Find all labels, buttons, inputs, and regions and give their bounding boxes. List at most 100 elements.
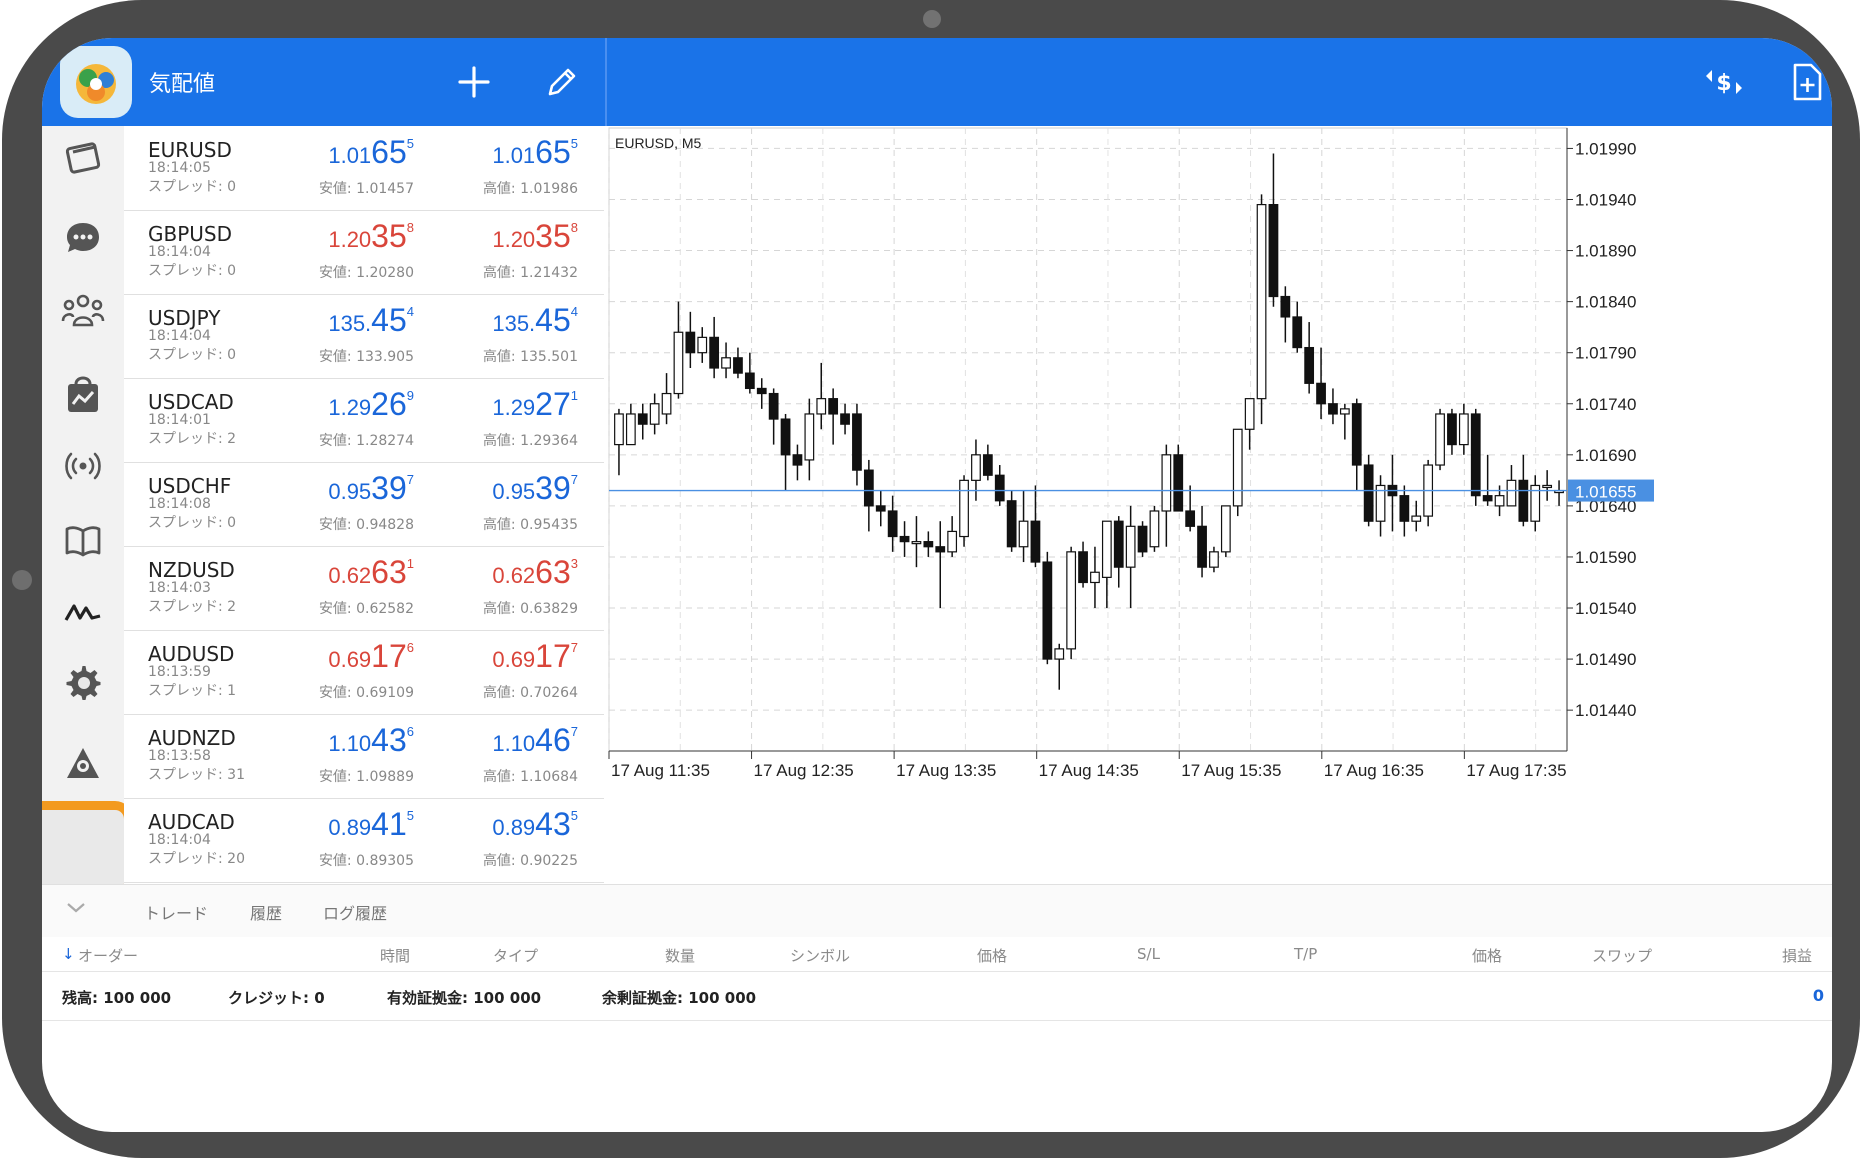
- y-tick-label: 1.01690: [1575, 446, 1636, 465]
- ask-price: 0.95397: [492, 470, 578, 506]
- high-price: 高値: 0.90225: [482, 853, 578, 869]
- quote-row[interactable]: USDJPY 18:14:04 スプレッド: 0 135.454 135.454…: [124, 294, 604, 379]
- candle-body: [840, 413, 850, 425]
- candle-body: [887, 510, 898, 538]
- top-bar: 気配値 $: [42, 38, 1832, 126]
- left-sidebar: [42, 126, 133, 901]
- journal-book-icon[interactable]: [53, 511, 113, 571]
- low-price: 安値: 133.905: [318, 349, 414, 365]
- tab-history[interactable]: 履歴: [250, 900, 282, 924]
- quote-row[interactable]: NZDUSD 18:14:03 スプレッド: 2 0.62631 0.62633…: [124, 546, 604, 631]
- equity-value: 有効証拠金: 100 000: [387, 989, 542, 1007]
- col-volume[interactable]: 数量: [665, 945, 695, 966]
- quotes-list: EURUSD 18:14:05 スプレッド: 0 1.01655 1.01655…: [124, 126, 604, 884]
- candle-body: [697, 336, 708, 354]
- order-table-header: ↓ オーダー 時間 タイプ 数量 シンボル 価格 S/L T/P 価格 スワップ…: [42, 937, 1832, 972]
- col-tp[interactable]: T/P: [1294, 945, 1317, 963]
- quote-row[interactable]: GBPUSD 18:14:04 スプレッド: 0 1.20358 1.20358…: [124, 210, 604, 295]
- tablet-device: 気配値 $ EURUSD 18:14:05 スプレッド: 0 1.01655 1…: [2, 0, 1860, 1158]
- tab-log[interactable]: ログ履歴: [323, 900, 387, 924]
- settings-gear-icon[interactable]: [53, 653, 113, 713]
- candle-body: [1399, 495, 1410, 522]
- y-tick-label: 1.01740: [1575, 395, 1636, 414]
- low-price: 安値: 1.01457: [318, 181, 414, 197]
- quote-row[interactable]: EURUSD 18:14:05 スプレッド: 0 1.01655 1.01655…: [124, 126, 604, 211]
- quote-symbol: AUDCAD: [148, 810, 235, 834]
- trade-dollar-icon[interactable]: $: [1702, 60, 1746, 104]
- chat-icon[interactable]: [53, 208, 113, 268]
- edit-pencil-icon[interactable]: [540, 60, 584, 104]
- quote-spread: スプレッド: 0: [148, 263, 237, 279]
- quote-spread: スプレッド: 0: [148, 179, 237, 195]
- calendar-icon[interactable]: [53, 126, 113, 186]
- bid-price: 0.95397: [328, 470, 414, 506]
- col-sl[interactable]: S/L: [1137, 945, 1160, 963]
- col-price-current[interactable]: 価格: [1472, 945, 1502, 966]
- candle-body: [875, 505, 886, 512]
- tab-trade[interactable]: トレード: [144, 900, 208, 924]
- candle-body: [1482, 495, 1493, 502]
- bid-price: 0.69176: [328, 638, 414, 674]
- chart-title: EURUSD, M5: [615, 135, 702, 151]
- ask-price: 1.20358: [492, 218, 578, 254]
- candle-body: [1137, 525, 1148, 553]
- quote-row[interactable]: AUDUSD 18:13:59 スプレッド: 1 0.69176 0.69177…: [124, 630, 604, 715]
- candlestick-chart[interactable]: 1.01990 1.01940 1.01890 1.01840 1.01790 1.017…: [607, 126, 1832, 884]
- quote-spread: スプレッド: 2: [148, 599, 237, 615]
- candle-body: [1280, 295, 1291, 318]
- add-symbol-icon[interactable]: [452, 60, 496, 104]
- quote-time: 18:14:04: [148, 244, 211, 260]
- quote-row[interactable]: USDCAD 18:14:01 スプレッド: 2 1.29269 1.29271…: [124, 378, 604, 463]
- sort-arrow-icon[interactable]: ↓: [62, 945, 75, 963]
- candle-body: [1197, 525, 1207, 568]
- col-order[interactable]: オーダー: [78, 945, 138, 966]
- candle-body: [649, 403, 660, 425]
- candle-body: [1268, 203, 1279, 298]
- bid-price: 1.10436: [328, 722, 414, 758]
- chart-wave-icon[interactable]: [53, 581, 113, 641]
- col-swap[interactable]: スワップ: [1592, 945, 1652, 966]
- total-profit-value: 0: [1812, 986, 1824, 1005]
- collapse-chevron-icon[interactable]: [64, 895, 88, 923]
- candle-body: [1244, 398, 1255, 430]
- quote-spread: スプレッド: 2: [148, 431, 237, 447]
- price-chart[interactable]: 1.01990 1.01940 1.01890 1.01840 1.01790 1.017…: [607, 126, 1832, 884]
- high-price: 高値: 1.10684: [482, 769, 578, 785]
- candle-body: [863, 469, 874, 507]
- mql5-icon[interactable]: [53, 734, 113, 794]
- candle-body: [1256, 203, 1267, 400]
- col-symbol[interactable]: シンボル: [790, 945, 850, 966]
- free-margin-value: 余剰証拠金: 100 000: [602, 989, 757, 1007]
- bid-price: 0.89415: [328, 806, 414, 842]
- candle-body: [1185, 510, 1196, 527]
- quote-spread: スプレッド: 0: [148, 347, 237, 363]
- quote-row[interactable]: AUDNZD 18:13:58 スプレッド: 31 1.10436 1.1046…: [124, 714, 604, 799]
- candle-body: [1066, 551, 1077, 650]
- candle-body: [959, 479, 969, 538]
- quote-spread: スプレッド: 31: [148, 767, 245, 783]
- signals-broadcast-icon[interactable]: [53, 436, 113, 496]
- col-time[interactable]: 時間: [380, 945, 410, 966]
- market-bag-icon[interactable]: [53, 364, 113, 424]
- new-order-document-icon[interactable]: [1785, 60, 1829, 104]
- col-profit[interactable]: 損益: [1782, 945, 1812, 966]
- community-icon[interactable]: [53, 281, 113, 341]
- y-tick-label: 1.01890: [1575, 242, 1636, 261]
- high-price: 高値: 0.63829: [482, 601, 578, 617]
- candle-body: [1090, 571, 1100, 584]
- x-tick-label: 17 Aug 17:35: [1466, 761, 1566, 780]
- candle-body: [1458, 413, 1469, 446]
- topbar-divider: [605, 38, 607, 126]
- y-tick-label: 1.01790: [1575, 344, 1636, 363]
- candle-body: [1304, 346, 1315, 384]
- low-price: 安値: 0.89305: [318, 853, 414, 869]
- quote-symbol: NZDUSD: [148, 558, 235, 582]
- quote-row[interactable]: AUDCAD 18:14:04 スプレッド: 20 0.89415 0.8943…: [124, 798, 604, 883]
- metatrader-logo-icon[interactable]: [60, 46, 132, 118]
- quote-row[interactable]: USDCHF 18:14:08 スプレッド: 0 0.95397 0.95397…: [124, 462, 604, 547]
- camera-dot: [923, 10, 941, 28]
- col-price[interactable]: 価格: [977, 945, 1007, 966]
- candle-body: [768, 392, 779, 420]
- candle-body: [1542, 484, 1553, 489]
- col-type[interactable]: タイプ: [493, 945, 538, 966]
